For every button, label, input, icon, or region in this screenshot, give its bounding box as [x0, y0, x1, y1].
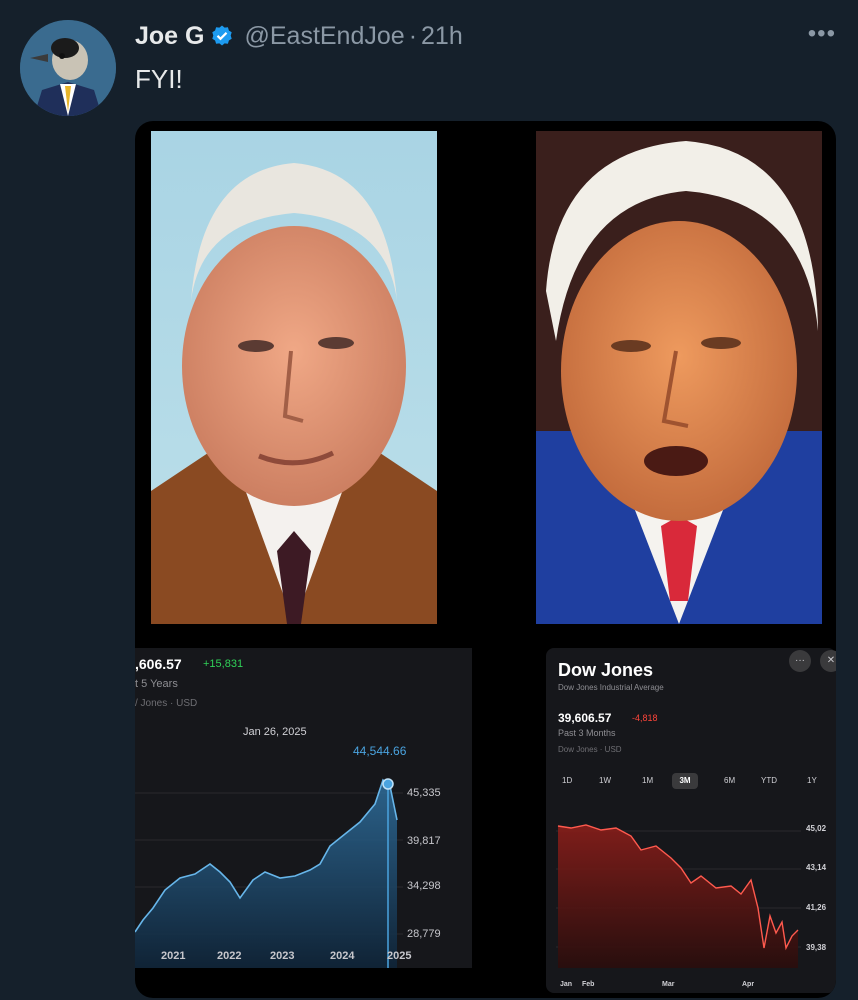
left-chart-source: / Jones · USD	[135, 698, 198, 709]
right-chart-subtitle: Dow Jones Industrial Average	[558, 683, 664, 692]
right-chart-source: Dow Jones · USD	[558, 745, 622, 754]
right-chart-title: Dow Jones	[558, 660, 654, 680]
left-x-tick-5: 2025	[387, 950, 412, 962]
right-chart-change: -4,818	[632, 713, 658, 723]
right-x-tick-feb: Feb	[582, 981, 595, 988]
verified-badge-icon	[212, 25, 233, 46]
left-chart-change: +15,831	[203, 658, 244, 670]
range-selector: 1D 1W 1M 3M 6M YTD 1Y	[554, 773, 836, 793]
left-x-tick-3: 2023	[270, 950, 295, 962]
left-chart-tooltip-date: Jan 26, 2025	[243, 726, 307, 738]
tweet-media[interactable]: ,606.57 +15,831 t 5 Years / Jones · USD …	[135, 121, 836, 998]
right-y-tick-3: 41,26	[806, 903, 827, 912]
range-1y[interactable]: 1Y	[807, 776, 817, 785]
author-handle[interactable]: @EastEndJoe	[244, 22, 404, 51]
tweet-time[interactable]: 21h	[421, 22, 463, 51]
left-chart-area	[135, 780, 397, 968]
author-name[interactable]: Joe G	[135, 22, 204, 51]
duck-avatar-image	[20, 20, 116, 116]
range-3m-selected[interactable]: 3M	[672, 773, 698, 789]
avatar[interactable]	[20, 20, 116, 116]
right-x-tick-mar: Mar	[662, 981, 675, 988]
tweet-text: FYI!	[135, 64, 183, 94]
left-portrait-photo	[151, 131, 437, 624]
right-stock-chart-card: Dow Jones Dow Jones Industrial Average ·…	[546, 648, 836, 993]
right-portrait-photo	[536, 131, 822, 624]
left-chart-marker	[382, 778, 394, 790]
right-chart-value: 39,606.57	[558, 711, 612, 725]
right-y-tick-4: 39,38	[806, 943, 827, 952]
left-y-tick-4: 28,779	[407, 928, 441, 940]
right-x-tick-jan: Jan	[560, 981, 573, 988]
left-y-tick-2: 39,817	[407, 835, 441, 847]
left-x-tick-1: 2021	[161, 950, 186, 962]
separator-dot: ·	[408, 21, 418, 50]
right-y-tick-1: 45,02	[806, 824, 827, 833]
right-chart-more-button[interactable]: ···	[789, 650, 811, 672]
left-y-tick-1: 45,335	[407, 787, 441, 799]
right-chart-period: Past 3 Months	[558, 728, 616, 738]
left-chart-value: ,606.57	[135, 656, 182, 672]
left-y-tick-3: 34,298	[407, 880, 441, 892]
tweet-header: Joe G @EastEndJoe · 21h	[135, 18, 463, 54]
left-stock-chart-card: ,606.57 +15,831 t 5 Years / Jones · USD …	[135, 648, 472, 968]
range-ytd[interactable]: YTD	[761, 776, 777, 785]
right-chart-area	[558, 825, 798, 968]
right-chart-close-button[interactable]: ✕	[820, 650, 836, 672]
right-x-tick-apr: Apr	[742, 981, 755, 988]
left-x-tick-2: 2022	[217, 950, 242, 962]
ellipsis-icon[interactable]: •••	[808, 20, 836, 48]
range-1d[interactable]: 1D	[562, 776, 572, 785]
right-y-tick-2: 43,14	[806, 863, 827, 872]
range-1w[interactable]: 1W	[599, 776, 611, 785]
range-6m[interactable]: 6M	[724, 776, 735, 785]
left-x-tick-4: 2024	[330, 950, 355, 962]
left-chart-period: t 5 Years	[135, 678, 178, 690]
left-chart-tooltip-value: 44,544.66	[353, 744, 407, 758]
range-1m[interactable]: 1M	[642, 776, 653, 785]
right-chart-plot	[556, 824, 801, 968]
